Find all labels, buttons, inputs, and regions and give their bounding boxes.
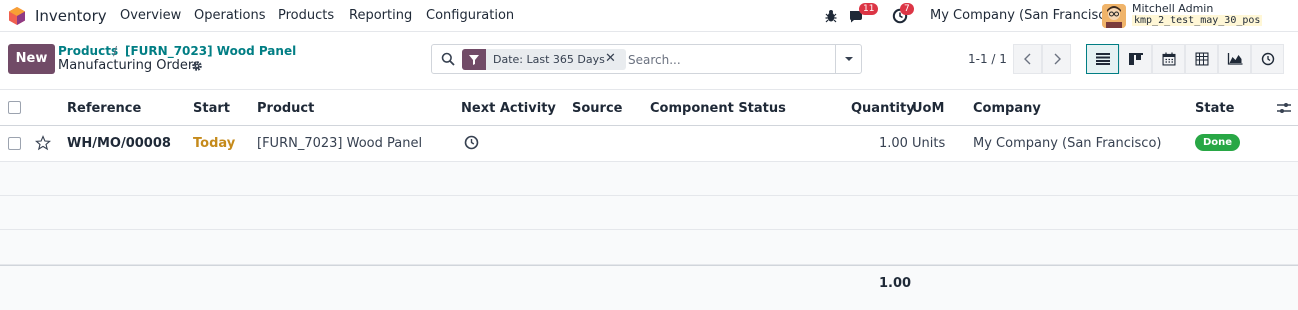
search-input[interactable]	[628, 49, 828, 70]
messages-count-badge: 11	[859, 3, 879, 15]
empty-row	[0, 230, 1298, 265]
user-name[interactable]: Mitchell Admin	[1132, 2, 1213, 15]
calendar-view-icon	[1162, 52, 1175, 66]
caret-down-icon	[845, 57, 853, 61]
row-checkbox[interactable]	[8, 137, 21, 150]
optional-columns-icon[interactable]	[1277, 102, 1291, 114]
table-header: Reference Start Product Next Activity So…	[0, 89, 1298, 126]
column-start[interactable]: Start	[193, 101, 230, 116]
breadcrumb-separator: /	[113, 44, 118, 58]
select-all-checkbox[interactable]	[8, 101, 21, 114]
activities-count-badge: 7	[900, 3, 914, 15]
menu-reporting[interactable]: Reporting	[349, 8, 412, 23]
empty-row	[0, 162, 1298, 196]
table-row[interactable]: WH/MO/00008 Today [FURN_7023] Wood Panel…	[0, 126, 1298, 162]
cell-uom: Units	[912, 136, 946, 151]
facet-label: Date: Last 365 Days	[493, 53, 605, 66]
status-badge: Done	[1195, 134, 1241, 151]
kanban-view-button[interactable]	[1119, 44, 1152, 74]
filter-icon	[462, 49, 486, 70]
menu-configuration[interactable]: Configuration	[426, 8, 514, 23]
column-next-activity[interactable]: Next Activity	[461, 101, 556, 116]
pivot-view-icon	[1195, 52, 1208, 66]
gear-icon[interactable]	[191, 60, 203, 72]
pivot-view-button[interactable]	[1185, 44, 1218, 74]
total-quantity: 1.00	[879, 276, 912, 291]
top-navbar: Inventory Overview Operations Products R…	[0, 0, 1298, 32]
user-avatar-icon	[1102, 4, 1126, 28]
list-view-icon	[1095, 53, 1110, 65]
new-button[interactable]: New	[8, 44, 55, 74]
close-icon[interactable]: ✕	[605, 51, 616, 66]
pager-value[interactable]: 1-1 / 1	[968, 52, 1007, 66]
cell-start: Today	[193, 136, 236, 151]
menu-operations[interactable]: Operations	[194, 8, 265, 23]
app-logo-icon[interactable]	[7, 6, 27, 26]
search-facet: Date: Last 365 Days ✕	[462, 49, 626, 70]
breadcrumb-product[interactable]: [FURN_7023] Wood Panel	[125, 44, 296, 58]
column-uom[interactable]: UoM	[912, 101, 944, 116]
menu-products[interactable]: Products	[278, 8, 334, 23]
database-name: kmp_2_test_may_30_pos	[1132, 15, 1263, 26]
star-icon[interactable]	[35, 135, 51, 151]
column-company[interactable]: Company	[973, 101, 1041, 116]
cell-reference: WH/MO/00008	[67, 136, 171, 151]
column-source[interactable]: Source	[572, 101, 622, 116]
column-quantity[interactable]: Quantity	[851, 101, 915, 116]
column-state[interactable]: State	[1195, 101, 1234, 116]
search-icon[interactable]	[441, 52, 455, 66]
cell-quantity: 1.00	[879, 136, 908, 151]
activity-view-icon	[1261, 52, 1274, 66]
activity-view-button[interactable]	[1251, 44, 1284, 74]
cell-company: My Company (San Francisco)	[973, 136, 1162, 151]
clock-icon[interactable]	[464, 135, 479, 150]
column-reference[interactable]: Reference	[67, 101, 141, 116]
chevron-right-icon	[1054, 53, 1061, 65]
cell-product: [FURN_7023] Wood Panel	[257, 136, 423, 151]
app-name[interactable]: Inventory	[35, 7, 107, 25]
pager-previous-button[interactable]	[1013, 44, 1042, 74]
search-options-toggle[interactable]	[835, 45, 861, 73]
avatar[interactable]	[1102, 4, 1126, 28]
column-product[interactable]: Product	[257, 101, 314, 116]
search-bar: Date: Last 365 Days ✕	[431, 44, 862, 74]
list-view-button[interactable]	[1086, 44, 1119, 74]
breadcrumb-products[interactable]: Products	[58, 44, 118, 58]
empty-row	[0, 196, 1298, 230]
bug-icon[interactable]	[823, 8, 839, 24]
column-component-status[interactable]: Component Status	[650, 101, 786, 116]
menu-overview[interactable]: Overview	[120, 8, 181, 23]
calendar-view-button[interactable]	[1152, 44, 1185, 74]
page-title: Manufacturing Orders	[58, 58, 200, 73]
pager-next-button[interactable]	[1042, 44, 1071, 74]
graph-view-button[interactable]	[1218, 44, 1251, 74]
kanban-view-icon	[1128, 53, 1143, 65]
chevron-left-icon	[1023, 53, 1030, 65]
table-footer: 1.00	[0, 265, 1298, 310]
company-switcher[interactable]: My Company (San Francisco)	[930, 8, 1118, 23]
graph-view-icon	[1227, 53, 1242, 65]
